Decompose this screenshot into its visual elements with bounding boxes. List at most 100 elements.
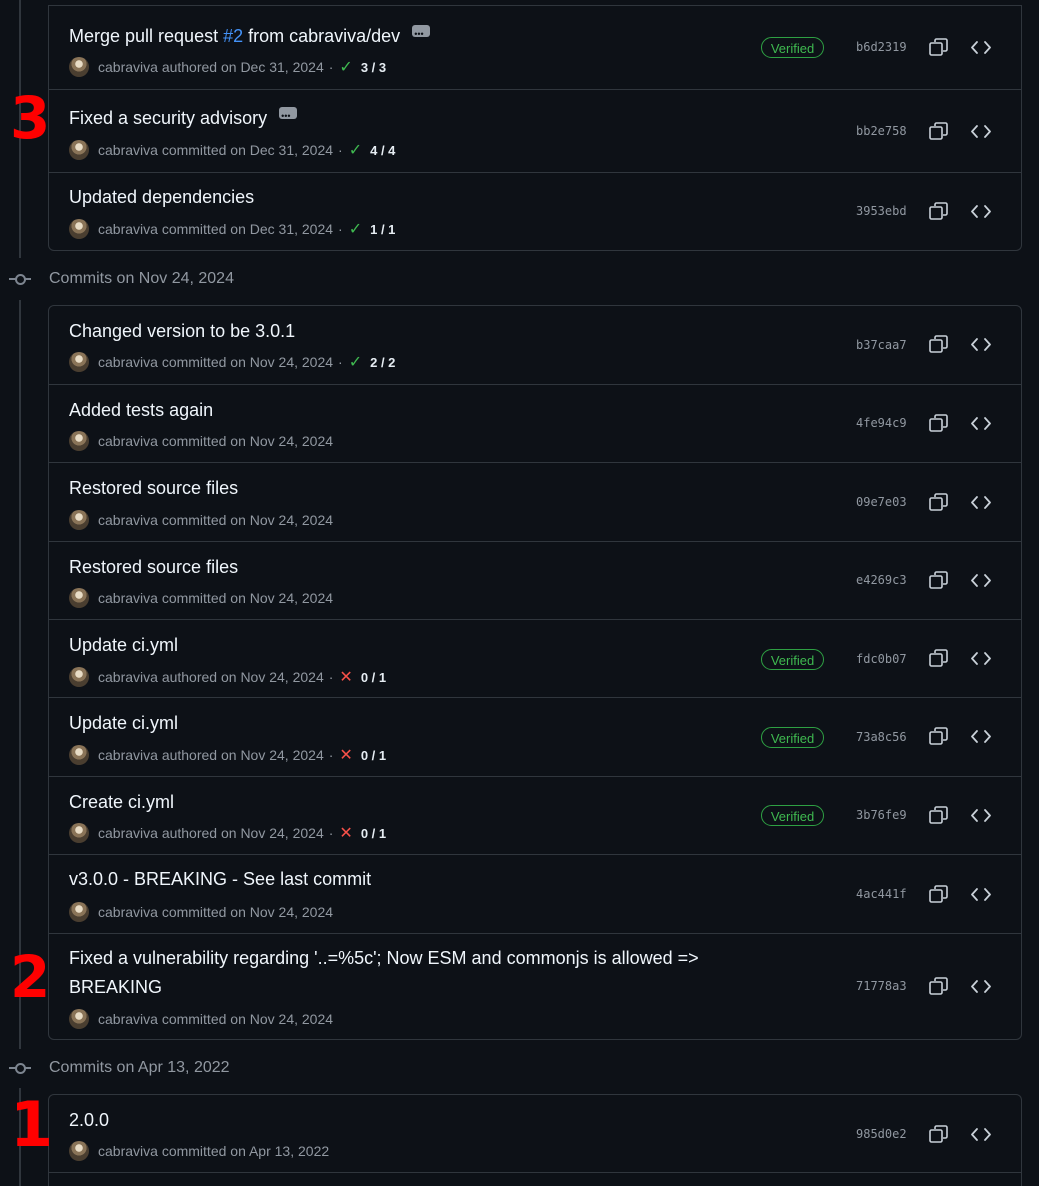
check-count[interactable]: 0 / 1 (361, 670, 386, 685)
author-name[interactable]: cabraviva (98, 747, 158, 763)
commit-sha[interactable]: fdc0b07 (856, 652, 907, 666)
avatar[interactable] (69, 352, 89, 372)
copy-icon[interactable] (929, 977, 948, 996)
browse-code-icon[interactable] (971, 806, 991, 825)
check-count[interactable]: 3 / 3 (361, 60, 386, 75)
browse-code-icon[interactable] (971, 1125, 991, 1144)
avatar[interactable] (69, 902, 89, 922)
check-success-icon[interactable]: ✓ (349, 219, 362, 239)
commit-title[interactable]: Updated dependencies (69, 183, 254, 212)
copy-icon[interactable] (929, 806, 948, 825)
copy-icon[interactable] (929, 1125, 948, 1144)
verified-badge[interactable]: Verified (761, 805, 824, 826)
commit-sha[interactable]: b6d2319 (856, 40, 907, 54)
expand-description-icon[interactable] (279, 102, 298, 131)
avatar[interactable] (69, 219, 89, 239)
commit-sha[interactable]: bb2e758 (856, 124, 907, 138)
browse-code-icon[interactable] (971, 649, 991, 668)
check-failure-icon[interactable]: ✕ (339, 667, 352, 687)
commit-sha[interactable]: 985d0e2 (856, 1127, 907, 1141)
check-count[interactable]: 1 / 1 (370, 222, 395, 237)
check-failure-icon[interactable]: ✕ (339, 823, 352, 843)
author-name[interactable]: cabraviva (98, 590, 158, 606)
browse-code-icon[interactable] (971, 493, 991, 512)
check-count[interactable]: 0 / 1 (361, 826, 386, 841)
browse-code-icon[interactable] (971, 38, 991, 57)
commit-title[interactable]: Merge pull request #2 from cabraviva/dev (69, 20, 431, 51)
copy-icon[interactable] (929, 493, 948, 512)
avatar[interactable] (69, 510, 89, 530)
copy-icon[interactable] (929, 649, 948, 668)
commit-title[interactable]: v3.0.0 - BREAKING - See last commit (69, 865, 371, 894)
copy-icon[interactable] (929, 571, 948, 590)
browse-code-icon[interactable] (971, 885, 991, 904)
author-name[interactable]: cabraviva (98, 1011, 158, 1027)
browse-code-icon[interactable] (971, 335, 991, 354)
check-success-icon[interactable]: ✓ (339, 57, 352, 77)
commit-title[interactable]: Update ci.yml (69, 709, 178, 738)
author-name[interactable]: cabraviva (98, 221, 158, 237)
commit-sha[interactable]: e4269c3 (856, 573, 907, 587)
author-name[interactable]: cabraviva (98, 59, 158, 75)
avatar[interactable] (69, 140, 89, 160)
commit-title[interactable]: 2.0.0 (69, 1106, 109, 1135)
avatar[interactable] (69, 667, 89, 687)
author-name[interactable]: cabraviva (98, 669, 158, 685)
copy-icon[interactable] (929, 414, 948, 433)
browse-code-icon[interactable] (971, 977, 991, 996)
commit-sha[interactable]: 4ac441f (856, 887, 907, 901)
copy-icon[interactable] (929, 122, 948, 141)
commit-title[interactable]: Fixed a security advisory (69, 102, 298, 133)
commit-sha[interactable]: 3b76fe9 (856, 808, 907, 822)
pull-request-link[interactable]: #2 (223, 26, 243, 46)
browse-code-icon[interactable] (971, 727, 991, 746)
verified-badge[interactable]: Verified (761, 37, 824, 58)
check-count[interactable]: 4 / 4 (370, 143, 395, 158)
avatar[interactable] (69, 431, 89, 451)
author-name[interactable]: cabraviva (98, 904, 158, 920)
check-count[interactable]: 0 / 1 (361, 748, 386, 763)
commit-sha[interactable]: 73a8c56 (856, 730, 907, 744)
browse-code-icon[interactable] (971, 571, 991, 590)
browse-code-icon[interactable] (971, 414, 991, 433)
commit-sha[interactable]: 09e7e03 (856, 495, 907, 509)
author-name[interactable]: cabraviva (98, 433, 158, 449)
verified-badge[interactable]: Verified (761, 727, 824, 748)
commit-title[interactable]: Update ci.yml (69, 631, 178, 660)
commit-sha[interactable]: 3953ebd (856, 204, 907, 218)
copy-icon[interactable] (929, 885, 948, 904)
author-name[interactable]: cabraviva (98, 142, 158, 158)
commit-sha[interactable]: 4fe94c9 (856, 416, 907, 430)
copy-icon[interactable] (929, 202, 948, 221)
check-count[interactable]: 2 / 2 (370, 355, 395, 370)
commit-title[interactable]: Create ci.yml (69, 788, 174, 817)
check-success-icon[interactable]: ✓ (349, 352, 362, 372)
commit-sha[interactable]: b37caa7 (856, 338, 907, 352)
commit-title[interactable]: Changed version to be 3.0.1 (69, 317, 295, 346)
copy-icon[interactable] (929, 727, 948, 746)
browse-code-icon[interactable] (971, 122, 991, 141)
commit-title[interactable]: Fixed a vulnerability regarding '..=%5c'… (69, 944, 699, 1002)
commit-title[interactable]: Restored source files (69, 474, 238, 503)
check-success-icon[interactable]: ✓ (349, 140, 362, 160)
commit-title[interactable]: Restored source files (69, 553, 238, 582)
verified-badge[interactable]: Verified (761, 649, 824, 670)
commit-group-date: Commits on Apr 13, 2022 (49, 1059, 230, 1076)
expand-description-icon[interactable] (412, 20, 431, 49)
commit-sha[interactable]: 71778a3 (856, 979, 907, 993)
check-failure-icon[interactable]: ✕ (339, 745, 352, 765)
author-name[interactable]: cabraviva (98, 825, 158, 841)
avatar[interactable] (69, 1009, 89, 1029)
author-name[interactable]: cabraviva (98, 354, 158, 370)
avatar[interactable] (69, 745, 89, 765)
avatar[interactable] (69, 588, 89, 608)
author-name[interactable]: cabraviva (98, 512, 158, 528)
browse-code-icon[interactable] (971, 202, 991, 221)
copy-icon[interactable] (929, 38, 948, 57)
copy-icon[interactable] (929, 335, 948, 354)
avatar[interactable] (69, 1141, 89, 1161)
avatar[interactable] (69, 57, 89, 77)
author-name[interactable]: cabraviva (98, 1143, 158, 1159)
commit-title[interactable]: Added tests again (69, 396, 213, 425)
avatar[interactable] (69, 823, 89, 843)
